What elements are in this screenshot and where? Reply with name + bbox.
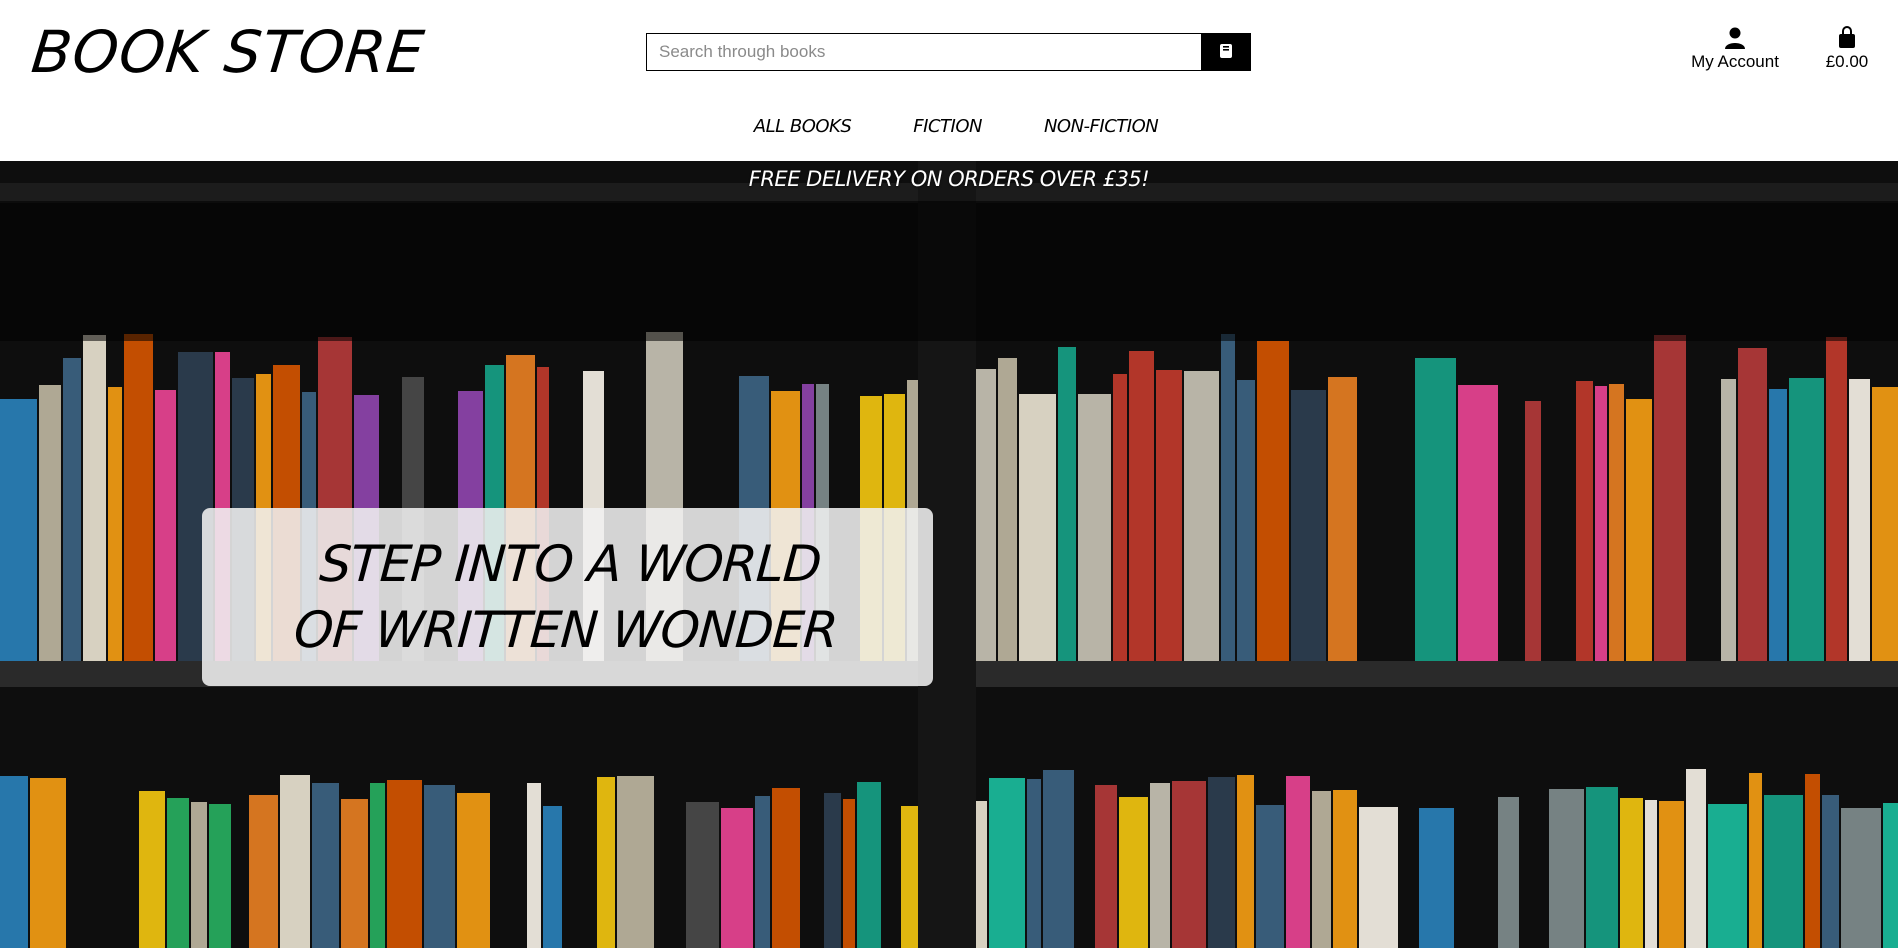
nav-non-fiction[interactable]: NON-FICTION bbox=[1044, 116, 1159, 137]
cart-link[interactable]: £0.00 bbox=[1816, 26, 1878, 72]
cart-total: £0.00 bbox=[1825, 52, 1869, 71]
search-input[interactable] bbox=[647, 34, 1201, 70]
site-logo[interactable]: BOOK STORE bbox=[28, 18, 428, 86]
nav-fiction[interactable]: FICTION bbox=[913, 116, 982, 137]
free-delivery-banner: FREE DELIVERY ON ORDERS OVER £35! bbox=[748, 167, 1150, 191]
user-icon bbox=[1680, 26, 1790, 50]
my-account-link[interactable]: My Account bbox=[1680, 26, 1790, 72]
search-button[interactable] bbox=[1201, 34, 1250, 70]
shopping-bag-icon bbox=[1816, 26, 1878, 50]
hero-banner: FREE DELIVERY ON ORDERS OVER £35! STEP I… bbox=[0, 161, 1898, 948]
search-form bbox=[646, 33, 1251, 71]
my-account-label: My Account bbox=[1691, 52, 1779, 71]
search-icon bbox=[1219, 43, 1233, 62]
site-header: BOOK STORE My Account bbox=[0, 0, 1898, 161]
main-nav: ALL BOOKS FICTION NON-FICTION bbox=[0, 116, 1898, 137]
nav-all-books[interactable]: ALL BOOKS bbox=[754, 116, 852, 137]
hero-tagline: STEP INTO A WORLD OF WRITTEN WONDER bbox=[291, 535, 839, 659]
hero-tagline-box: STEP INTO A WORLD OF WRITTEN WONDER bbox=[202, 508, 933, 686]
